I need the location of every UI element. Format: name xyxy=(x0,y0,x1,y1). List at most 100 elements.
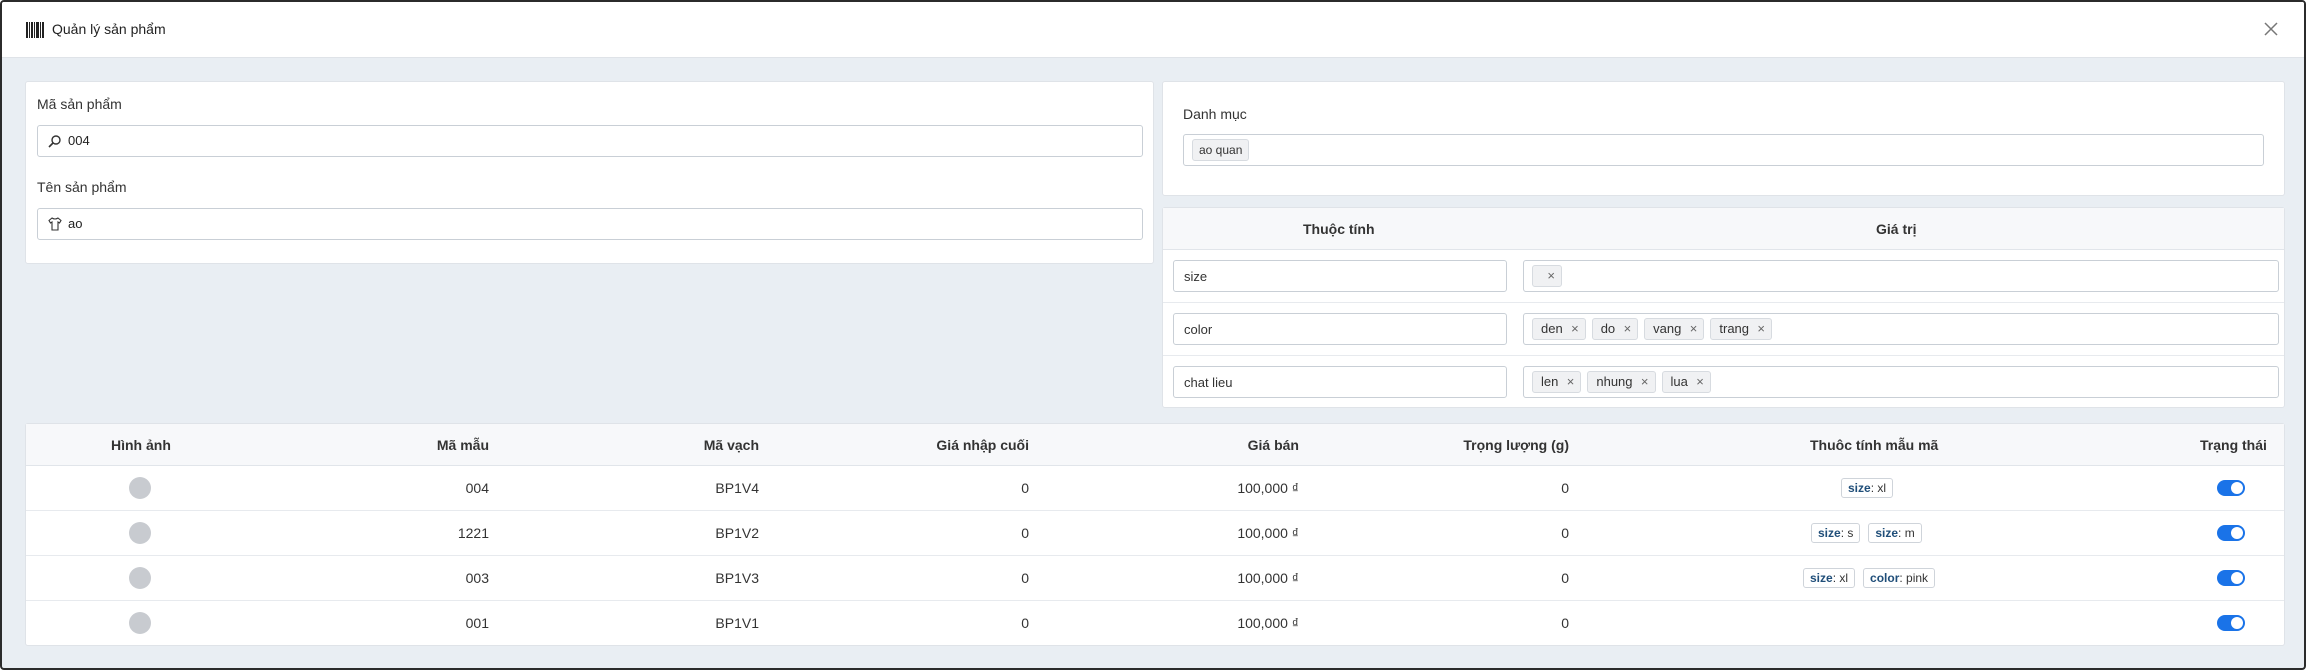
variant-attr-key: color xyxy=(1870,571,1900,585)
category-select[interactable]: ao quan xyxy=(1183,134,2264,166)
attribute-value-tag: len × xyxy=(1532,371,1582,393)
attribute-value-text: den xyxy=(1541,321,1563,336)
remove-tag-icon[interactable]: × xyxy=(1567,372,1575,392)
table-row[interactable]: 003 BP1V3 0 100,000 ₫ 0 size: xl color: p… xyxy=(26,556,2284,601)
remove-tag-icon[interactable]: × xyxy=(1641,372,1649,392)
cell-weight: 0 xyxy=(1561,570,1569,586)
cell-variant-attrs: size: xl xyxy=(1833,478,1894,498)
attribute-values-input[interactable]: × xyxy=(1523,260,2279,292)
variant-attr-tag: size: xl xyxy=(1841,478,1894,498)
attribute-value-tag: trang × xyxy=(1710,318,1773,340)
variant-attr-key: size xyxy=(1875,526,1899,540)
cell-last-cost: 0 xyxy=(1021,480,1029,496)
attributes-header: Thuộc tính Giá trị xyxy=(1163,208,2284,250)
cell-variant-code: 004 xyxy=(465,480,489,496)
variant-attr-key: size xyxy=(1848,481,1871,495)
cell-last-cost: 0 xyxy=(1021,525,1029,541)
cell-last-cost: 0 xyxy=(1021,615,1029,631)
status-toggle[interactable] xyxy=(2217,480,2245,496)
attribute-value-tag: lua × xyxy=(1661,371,1711,393)
remove-tag-icon[interactable]: × xyxy=(1571,319,1579,339)
cell-barcode: BP1V1 xyxy=(715,615,759,631)
col-image: Hình ảnh xyxy=(111,437,171,453)
table-row[interactable]: 004 BP1V4 0 100,000 ₫ 0 size: xl xyxy=(26,466,2284,511)
remove-tag-icon[interactable]: × xyxy=(1547,266,1555,286)
category-tag[interactable]: ao quan xyxy=(1192,139,1250,161)
remove-tag-icon[interactable]: × xyxy=(1624,319,1632,339)
cell-variant-attrs: size: s size: m xyxy=(1803,523,1922,543)
variants-table: Hình ảnh Mã mẫu Mã vạch Giá nhập cuối Gi… xyxy=(25,423,2285,646)
attributes-card: Thuộc tính Giá trị size × color den × do × v… xyxy=(1162,207,2285,408)
remove-tag-icon[interactable]: × xyxy=(1690,319,1698,339)
attribute-row: size × xyxy=(1163,250,2284,303)
variants-table-header: Hình ảnh Mã mẫu Mã vạch Giá nhập cuối Gi… xyxy=(26,424,2284,466)
col-variant-code: Mã mẫu xyxy=(436,437,489,453)
variant-attr-tag: color: pink xyxy=(1863,568,1936,588)
attribute-values-input[interactable]: den × do × vang × trang × xyxy=(1523,313,2279,345)
attribute-values-input[interactable]: len × nhung × lua × xyxy=(1523,366,2279,398)
image-placeholder-icon[interactable] xyxy=(129,477,151,499)
cell-price: 100,000 ₫ xyxy=(1237,615,1299,631)
product-info-card: Mã sản phẩm 004 Tên sản phẩm ao xyxy=(25,81,1154,264)
attribute-row: color den × do × vang × trang × xyxy=(1163,303,2284,356)
cell-barcode: BP1V2 xyxy=(715,525,759,541)
variant-attr-tag: size: s xyxy=(1811,523,1861,543)
attribute-row: chat lieu len × nhung × lua × xyxy=(1163,356,2284,409)
attribute-name-input[interactable]: size xyxy=(1173,260,1507,292)
image-placeholder-icon[interactable] xyxy=(129,612,151,634)
close-icon[interactable] xyxy=(2260,18,2282,40)
dialog-title: Quản lý sản phẩm xyxy=(52,21,166,37)
attribute-name-input[interactable]: chat lieu xyxy=(1173,366,1507,398)
attribute-tag-list: × xyxy=(1532,265,1568,287)
cell-variant-code: 003 xyxy=(465,570,489,586)
attribute-value-text: trang xyxy=(1719,321,1750,336)
variant-attr-key: size xyxy=(1818,526,1841,540)
cell-barcode: BP1V4 xyxy=(715,480,759,496)
attribute-name-value: size xyxy=(1184,269,1208,284)
status-toggle[interactable] xyxy=(2217,570,2245,586)
attribute-tag-list: den × do × vang × trang × xyxy=(1532,318,1778,340)
variant-attr-value: pink xyxy=(1906,571,1929,585)
table-row[interactable]: 001 BP1V1 0 100,000 ₫ 0 xyxy=(26,601,2284,646)
shirt-icon xyxy=(48,217,62,231)
search-icon xyxy=(48,135,61,148)
variant-attr-value: m xyxy=(1904,526,1915,540)
table-row[interactable]: 1221 BP1V2 0 100,000 ₫ 0 size: s size: m xyxy=(26,511,2284,556)
image-placeholder-icon[interactable] xyxy=(129,567,151,589)
attribute-value-text: nhung xyxy=(1596,374,1633,389)
variant-attr-value: s xyxy=(1847,526,1854,540)
attribute-name-value: color xyxy=(1184,322,1213,337)
category-card: Danh mục ao quan xyxy=(1162,81,2285,196)
remove-tag-icon[interactable]: × xyxy=(1757,319,1765,339)
category-tag-list: ao quan xyxy=(1192,139,1255,161)
status-toggle[interactable] xyxy=(2217,525,2245,541)
status-toggle[interactable] xyxy=(2217,615,2245,631)
col-variant-attrs: Thuôc tính mẫu mã xyxy=(1810,437,1939,453)
product-code-label: Mã sản phẩm xyxy=(37,96,122,112)
col-status: Trạng thái xyxy=(2200,437,2267,453)
cell-barcode: BP1V3 xyxy=(715,570,759,586)
attribute-value-tag: vang × xyxy=(1644,318,1705,340)
remove-tag-icon[interactable]: × xyxy=(1696,372,1704,392)
dialog-header: Quản lý sản phẩm xyxy=(2,2,2304,58)
category-label: Danh mục xyxy=(1183,106,1247,122)
product-code-input[interactable]: 004 xyxy=(37,125,1143,157)
attribute-value-text: do xyxy=(1600,321,1616,336)
cell-last-cost: 0 xyxy=(1021,570,1029,586)
product-code-value: 004 xyxy=(68,133,90,148)
attribute-name-header: Thuộc tính xyxy=(1303,221,1375,237)
variant-attr-value: xl xyxy=(1839,571,1849,585)
cell-variant-attrs: size: xl color: pink xyxy=(1795,568,1936,588)
cell-variant-code: 001 xyxy=(465,615,489,631)
product-name-input[interactable]: ao xyxy=(37,208,1143,240)
attribute-name-input[interactable]: color xyxy=(1173,313,1507,345)
product-name-value: ao xyxy=(68,216,83,231)
barcode-icon xyxy=(26,22,44,38)
attribute-value-text: vang xyxy=(1653,321,1682,336)
attribute-name-value: chat lieu xyxy=(1184,375,1233,390)
product-management-dialog: Quản lý sản phẩm Mã sản phẩm 004 Tên sản… xyxy=(0,0,2306,670)
cell-weight: 0 xyxy=(1561,480,1569,496)
cell-weight: 0 xyxy=(1561,615,1569,631)
image-placeholder-icon[interactable] xyxy=(129,522,151,544)
col-price: Giá bán xyxy=(1247,437,1299,453)
